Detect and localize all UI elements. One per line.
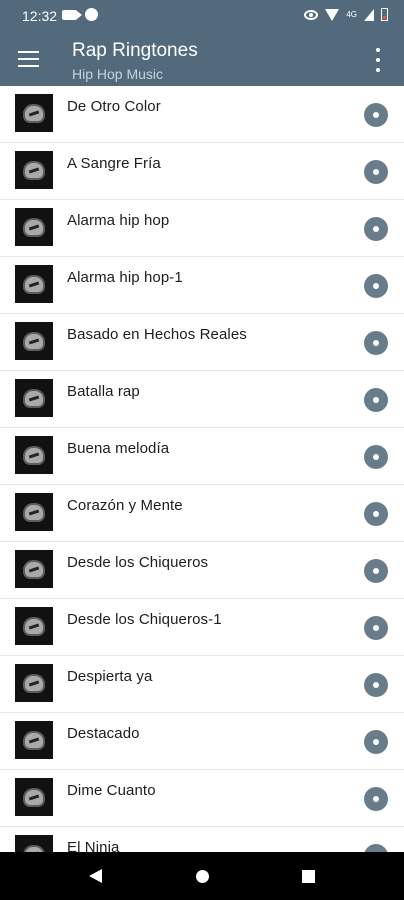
ringtone-thumbnail [15, 493, 53, 531]
app-title: Rap Ringtones [72, 40, 198, 61]
ringtone-title: De Otro Color [67, 98, 161, 115]
notification-dot-icon [85, 8, 98, 21]
ringtone-row[interactable]: Corazón y Mente [0, 485, 404, 542]
ringtone-thumbnail [15, 550, 53, 588]
status-time: 12:32 [22, 8, 58, 24]
ringtone-row[interactable]: Desde los Chiqueros [0, 542, 404, 599]
play-icon[interactable] [364, 331, 388, 355]
ringtone-title: Batalla rap [67, 383, 140, 400]
ringtone-thumbnail [15, 607, 53, 645]
play-icon[interactable] [364, 844, 388, 852]
signal-icon [364, 8, 374, 21]
ringtone-thumbnail [15, 322, 53, 360]
wifi-icon [325, 8, 340, 21]
ringtone-title: Dime Cuanto [67, 782, 156, 799]
network-label: 4G [346, 10, 357, 19]
play-icon[interactable] [364, 559, 388, 583]
camera-icon [62, 9, 82, 20]
ringtone-title: Buena melodía [67, 440, 170, 457]
play-icon[interactable] [364, 103, 388, 127]
ringtone-row[interactable]: Buena melodía [0, 428, 404, 485]
system-navigation-bar [0, 852, 404, 900]
more-vert-icon[interactable] [366, 48, 390, 72]
ringtone-title: Desde los Chiqueros-1 [67, 611, 222, 628]
ringtone-thumbnail [15, 379, 53, 417]
ringtone-thumbnail [15, 721, 53, 759]
ringtone-thumbnail [15, 835, 53, 852]
ringtone-title: A Sangre Fría [67, 155, 161, 172]
ringtone-row[interactable]: Dime Cuanto [0, 770, 404, 827]
back-triangle-icon[interactable] [89, 869, 102, 883]
ringtone-row[interactable]: El Ninja [0, 827, 404, 852]
play-icon[interactable] [364, 730, 388, 754]
ringtone-title: Desde los Chiqueros [67, 554, 209, 571]
ringtone-thumbnail [15, 94, 53, 132]
battery-low-icon [381, 8, 388, 21]
recent-apps-square-icon[interactable] [302, 870, 315, 883]
play-icon[interactable] [364, 388, 388, 412]
ringtone-thumbnail [15, 208, 53, 246]
status-bar: 12:32 4G [0, 0, 404, 32]
ringtone-row[interactable]: Batalla rap [0, 371, 404, 428]
play-icon[interactable] [364, 616, 388, 640]
ringtone-title: Corazón y Mente [67, 497, 183, 514]
data-saver-icon [304, 9, 319, 20]
ringtone-thumbnail [15, 436, 53, 474]
play-icon[interactable] [364, 274, 388, 298]
ringtone-thumbnail [15, 778, 53, 816]
ringtone-title: Despierta ya [67, 668, 153, 685]
ringtone-title: El Ninja [67, 839, 120, 852]
hamburger-menu-icon[interactable] [18, 51, 39, 67]
ringtone-thumbnail [15, 265, 53, 303]
play-icon[interactable] [364, 445, 388, 469]
ringtone-row[interactable]: Desde los Chiqueros-1 [0, 599, 404, 656]
status-right-icons: 4G [304, 8, 388, 21]
ringtone-row[interactable]: Basado en Hechos Reales [0, 314, 404, 371]
play-icon[interactable] [364, 217, 388, 241]
ringtone-thumbnail [15, 664, 53, 702]
ringtone-row[interactable]: Alarma hip hop [0, 200, 404, 257]
status-left-icons [62, 8, 98, 21]
ringtone-row[interactable]: Destacado [0, 713, 404, 770]
play-icon[interactable] [364, 673, 388, 697]
play-icon[interactable] [364, 160, 388, 184]
play-icon[interactable] [364, 787, 388, 811]
ringtone-row[interactable]: Alarma hip hop-1 [0, 257, 404, 314]
ringtone-thumbnail [15, 151, 53, 189]
app-bar: Rap Ringtones Hip Hop Music [0, 32, 404, 86]
home-circle-icon[interactable] [196, 870, 209, 883]
ringtone-row[interactable]: A Sangre Fría [0, 143, 404, 200]
ringtone-row[interactable]: De Otro Color [0, 86, 404, 143]
ringtone-title: Alarma hip hop-1 [67, 269, 183, 286]
ringtone-row[interactable]: Despierta ya [0, 656, 404, 713]
play-icon[interactable] [364, 502, 388, 526]
ringtone-title: Destacado [67, 725, 140, 742]
ringtone-list: De Otro Color A Sangre Fría Alarma hip h… [0, 86, 404, 852]
app-subtitle: Hip Hop Music [72, 66, 164, 82]
ringtone-title: Basado en Hechos Reales [67, 326, 247, 343]
ringtone-title: Alarma hip hop [67, 212, 170, 229]
